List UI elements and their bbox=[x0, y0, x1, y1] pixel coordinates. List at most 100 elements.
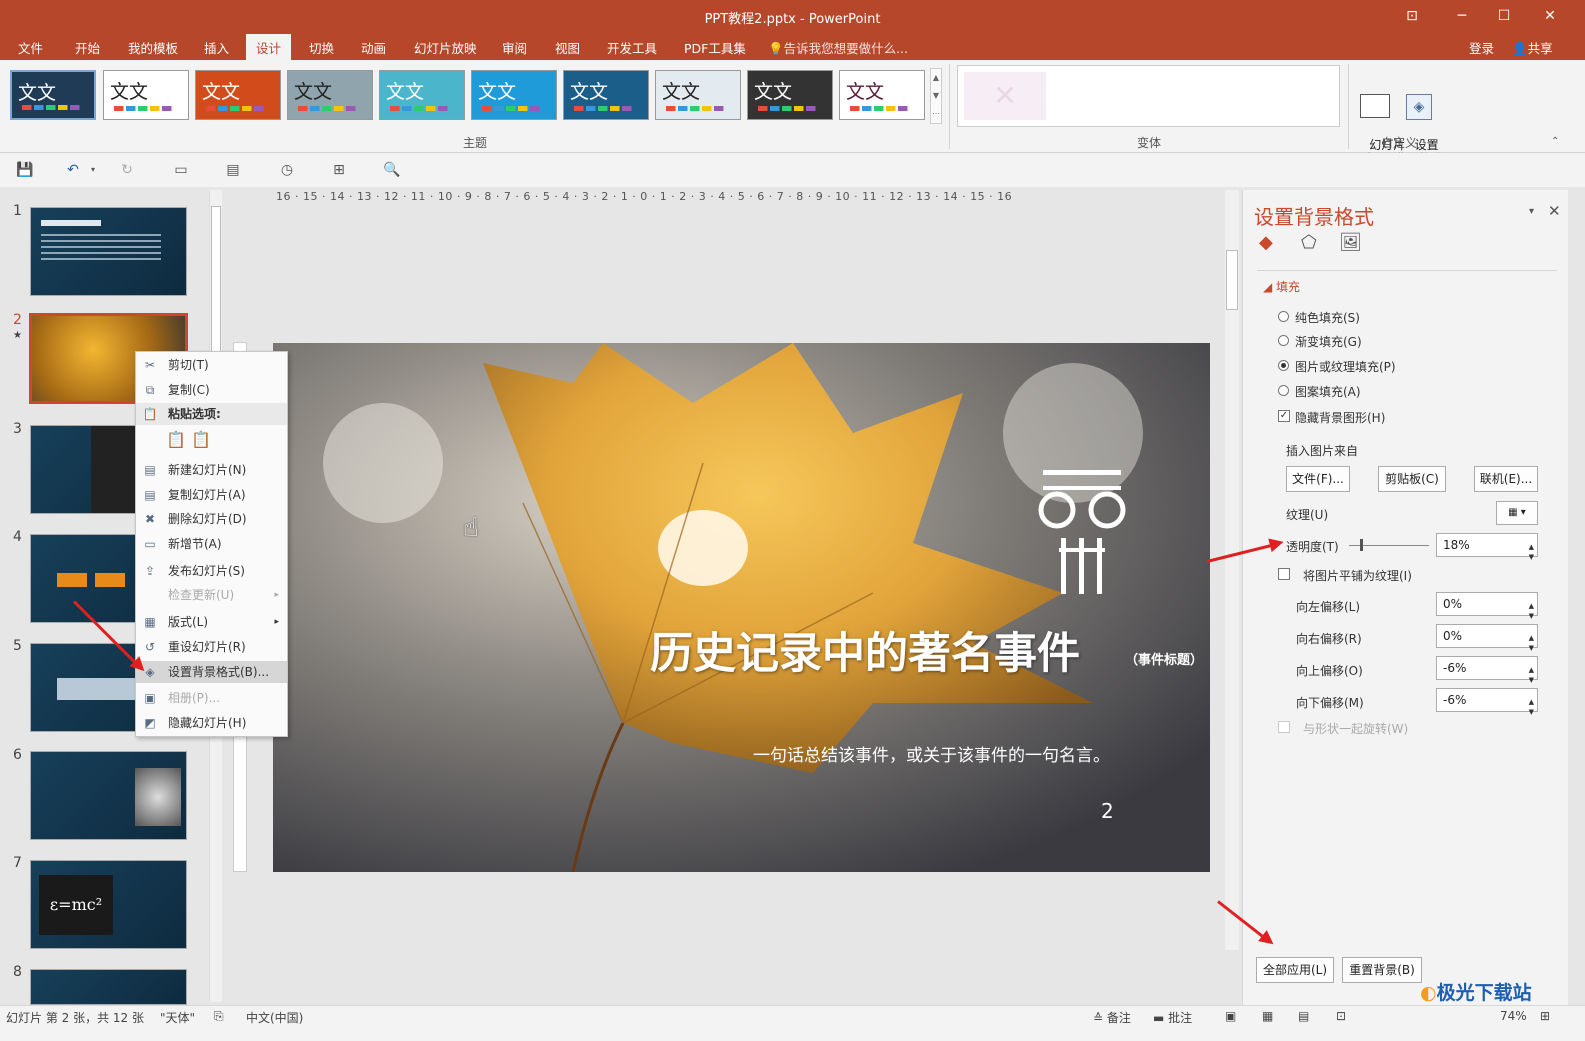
editor-scrollbar[interactable] bbox=[1225, 190, 1239, 950]
variants-gallery[interactable]: ✕ bbox=[957, 65, 1340, 127]
spin-down-icon[interactable]: ▼ bbox=[1529, 701, 1534, 723]
theme-thumbnail[interactable]: 文文 bbox=[103, 70, 189, 120]
offset-input[interactable]: -6% ▲ ▼ bbox=[1436, 656, 1538, 684]
context-menu-item[interactable]: ▭ 新增节(A) bbox=[136, 533, 287, 555]
scrollbar-thumb[interactable] bbox=[1226, 250, 1238, 310]
slide-page-number[interactable]: 2 bbox=[1101, 799, 1114, 823]
tab-review[interactable]: 审阅 bbox=[502, 38, 527, 57]
clipboard-button[interactable]: 剪贴板(C) bbox=[1378, 466, 1446, 492]
language-status[interactable]: 中文(中国) bbox=[246, 1009, 303, 1026]
fill-section-header[interactable]: ◢ 填充 bbox=[1263, 278, 1300, 295]
hide-background-graphics[interactable]: ✓ 隐藏背景图形(H) bbox=[1278, 409, 1385, 426]
tab-slideshow[interactable]: 幻灯片放映 bbox=[414, 38, 477, 57]
comments-button[interactable]: ▬ 批注 bbox=[1153, 1009, 1192, 1026]
context-menu-item[interactable]: ◈ 设置背景格式(B)... bbox=[136, 661, 287, 683]
slide-canvas[interactable]: 历史记录中的著名事件 （事件标题） 一句话总结该事件，或关于该事件的一句名言。 … bbox=[273, 343, 1210, 872]
ribbon-display-icon[interactable]: ⊡ bbox=[1392, 4, 1432, 28]
radio-button[interactable] bbox=[1278, 335, 1289, 346]
radio-button[interactable] bbox=[1278, 360, 1289, 371]
offset-input[interactable]: 0% ▲ ▼ bbox=[1436, 592, 1538, 620]
fill-option-pattern[interactable]: 图案填充(A) bbox=[1278, 383, 1361, 400]
notes-button[interactable]: ≙ 备注 bbox=[1093, 1009, 1131, 1026]
layout-qat-icon[interactable]: ▤ bbox=[224, 162, 242, 178]
checkbox[interactable] bbox=[1278, 568, 1290, 580]
minimize-button[interactable]: ─ bbox=[1442, 4, 1482, 28]
slide-title-note[interactable]: （事件标题） bbox=[1125, 649, 1203, 668]
context-menu-item[interactable]: ⧉ 复制(C) bbox=[136, 379, 287, 401]
save-icon[interactable]: 💾 bbox=[16, 162, 34, 178]
context-menu-item[interactable]: ↺ 重设幻灯片(R) bbox=[136, 636, 287, 658]
transparency-slider-handle[interactable] bbox=[1360, 539, 1363, 551]
offset-input[interactable]: -6% ▲ ▼ bbox=[1436, 688, 1538, 716]
tab-developer[interactable]: 开发工具 bbox=[607, 38, 657, 57]
slideshow-view-icon[interactable]: ⊡ bbox=[1336, 1009, 1346, 1023]
variant-placeholder[interactable]: ✕ bbox=[964, 72, 1046, 120]
slide-thumbnail-8[interactable] bbox=[30, 969, 187, 1005]
tell-me-search[interactable]: 💡告诉我您想要做什么... bbox=[768, 38, 908, 57]
tab-pdf-tools[interactable]: PDF工具集 bbox=[684, 38, 746, 57]
login-link[interactable]: 登录 bbox=[1469, 38, 1494, 57]
picture-tab-icon[interactable]: 🖼 bbox=[1339, 232, 1362, 253]
maximize-button[interactable]: ☐ bbox=[1484, 4, 1524, 28]
theme-thumbnail[interactable]: 文文 bbox=[195, 70, 281, 120]
paste-option-keep-formatting-icon[interactable]: 📋 📋 bbox=[166, 430, 226, 454]
format-background-button[interactable]: ◈ 设置 背景格式 bbox=[1394, 66, 1444, 166]
online-button[interactable]: 联机(E)... bbox=[1474, 466, 1538, 492]
slide-thumbnail-1[interactable] bbox=[30, 207, 187, 296]
theme-thumbnail[interactable]: 文文 bbox=[839, 70, 925, 120]
reading-view-icon[interactable]: ▤ bbox=[1298, 1009, 1309, 1023]
theme-thumbnail[interactable]: 文文 bbox=[747, 70, 833, 120]
slide-title[interactable]: 历史记录中的著名事件 bbox=[650, 619, 1080, 681]
normal-view-icon[interactable]: ▣ bbox=[1225, 1009, 1236, 1023]
fit-to-window-icon[interactable]: ⊞ bbox=[1540, 1009, 1550, 1023]
undo-icon[interactable]: ↶ bbox=[64, 162, 82, 178]
slide-subtitle[interactable]: 一句话总结该事件，或关于该事件的一句名言。 bbox=[753, 741, 1110, 766]
fill-line-tab-icon[interactable]: ◆ bbox=[1259, 232, 1273, 253]
reset-background-button[interactable]: 重置背景(B) bbox=[1342, 957, 1422, 983]
tab-design[interactable]: 设计 bbox=[246, 34, 292, 60]
file-button[interactable]: 文件(F)... bbox=[1286, 466, 1350, 492]
effects-tab-icon[interactable]: ⬠ bbox=[1301, 232, 1317, 253]
transparency-input[interactable]: 18% ▲ ▼ bbox=[1436, 533, 1538, 561]
theme-thumbnail[interactable]: 文文 bbox=[563, 70, 649, 120]
offset-input[interactable]: 0% ▲ ▼ bbox=[1436, 624, 1538, 652]
tab-transitions[interactable]: 切换 bbox=[309, 38, 334, 57]
collapse-ribbon-icon[interactable]: ⌃ bbox=[1551, 136, 1559, 147]
spin-down-icon[interactable]: ▼ bbox=[1529, 546, 1534, 568]
theme-thumbnail[interactable]: 文文 bbox=[471, 70, 557, 120]
tab-view[interactable]: 视图 bbox=[555, 38, 580, 57]
tab-my-templates[interactable]: 我的模板 bbox=[128, 38, 178, 57]
context-menu-item[interactable]: ⇪ 发布幻灯片(S) bbox=[136, 560, 287, 582]
tile-picture-option[interactable]: 将图片平铺为纹理(I) bbox=[1278, 567, 1412, 584]
apply-to-all-button[interactable]: 全部应用(L) bbox=[1256, 957, 1334, 983]
pane-options-icon[interactable]: ▾ bbox=[1529, 206, 1534, 217]
texture-picker[interactable]: ▦ ▾ bbox=[1496, 501, 1538, 525]
tab-animations[interactable]: 动画 bbox=[361, 38, 386, 57]
tab-file[interactable]: 文件 bbox=[18, 38, 43, 57]
undo-dropdown-icon[interactable]: ▾ bbox=[84, 162, 102, 178]
print-preview-icon[interactable]: 🔍 bbox=[383, 162, 401, 178]
theme-thumbnail[interactable]: 文文 bbox=[287, 70, 373, 120]
radio-button[interactable] bbox=[1278, 311, 1289, 322]
fill-option-solid[interactable]: 纯色填充(S) bbox=[1278, 309, 1360, 326]
slide-size-button[interactable]: 幻灯片 大小 bbox=[1354, 66, 1405, 166]
context-menu-item[interactable]: ▦ 版式(L) ▸ bbox=[136, 611, 287, 633]
pane-close-icon[interactable]: ✕ bbox=[1548, 202, 1561, 220]
theme-gallery-scroll[interactable]: ▲ ▼ ⋯ bbox=[930, 68, 942, 124]
slide-thumbnail-6[interactable] bbox=[30, 751, 187, 840]
tab-insert[interactable]: 插入 bbox=[204, 38, 229, 57]
share-button[interactable]: 👤共享 bbox=[1512, 38, 1553, 57]
theme-thumbnail[interactable]: 文文 bbox=[10, 70, 96, 120]
radio-button[interactable] bbox=[1278, 385, 1289, 396]
zoom-level[interactable]: 74% bbox=[1500, 1009, 1527, 1023]
fill-option-picture[interactable]: 图片或纹理填充(P) bbox=[1278, 358, 1396, 375]
context-menu-item[interactable]: ✂ 剪切(T) bbox=[136, 354, 287, 376]
fill-option-gradient[interactable]: 渐变填充(G) bbox=[1278, 333, 1362, 350]
context-menu-item[interactable]: ◩ 隐藏幻灯片(H) bbox=[136, 712, 287, 734]
slideshow-current-icon[interactable]: ⊞ bbox=[330, 162, 348, 178]
slide-thumbnail-7[interactable]: ε=mc² bbox=[30, 860, 187, 949]
spell-check-icon[interactable]: ⎘ bbox=[214, 1009, 224, 1024]
close-button[interactable]: ✕ bbox=[1530, 4, 1570, 28]
context-menu-item[interactable]: ▤ 新建幻灯片(N) bbox=[136, 459, 287, 481]
new-slide-qat-icon[interactable]: ▭ bbox=[172, 162, 190, 178]
